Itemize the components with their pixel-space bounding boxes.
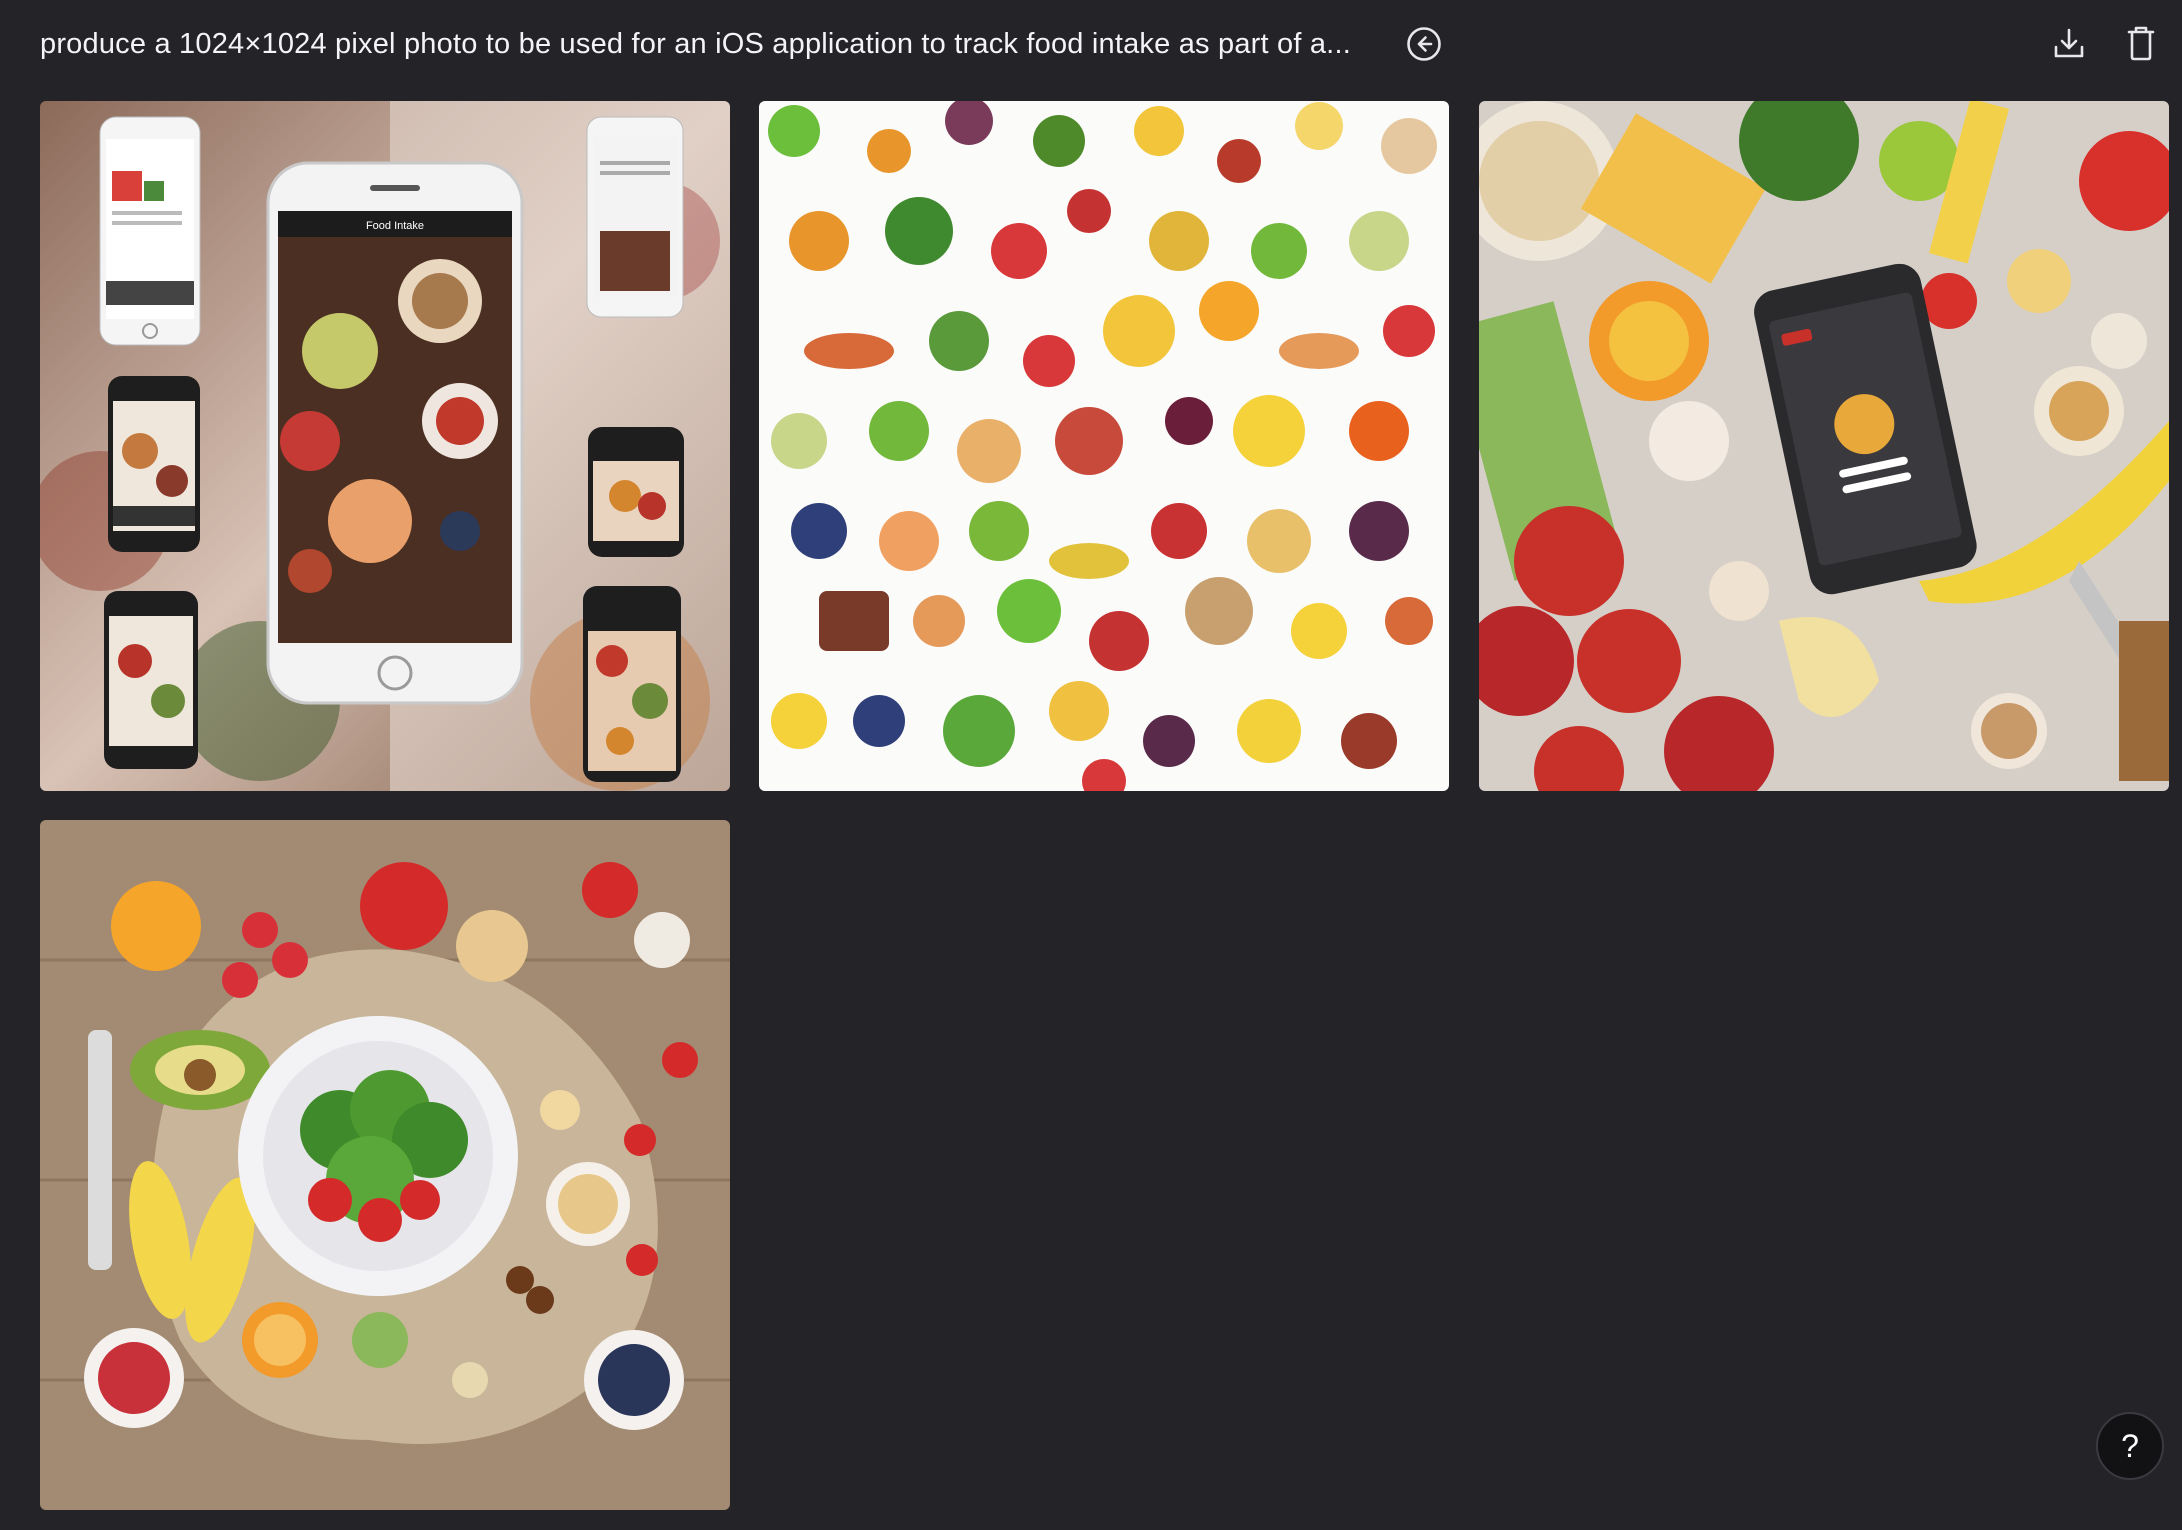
- image-plate-fruits-table: [40, 820, 730, 1510]
- generated-image-2[interactable]: [759, 101, 1449, 791]
- phone-screen-title: Food Intake: [366, 220, 424, 232]
- back-button[interactable]: [1404, 24, 1444, 64]
- download-button[interactable]: [2048, 22, 2090, 64]
- image-phone-food-flatlay: [1479, 101, 2169, 791]
- delete-button[interactable]: [2120, 22, 2162, 64]
- download-icon: [2054, 28, 2084, 58]
- image-fruits-vegetables-pattern: [759, 101, 1449, 791]
- generated-image-4[interactable]: [40, 820, 730, 1510]
- generated-image-3[interactable]: [1479, 101, 2169, 791]
- trash-icon: [2127, 26, 2155, 61]
- image-phones-food-collage: Food Intake: [40, 101, 730, 791]
- arrow-left-circle-icon: [1407, 27, 1441, 61]
- prompt-title: produce a 1024×1024 pixel photo to be us…: [40, 28, 1351, 60]
- header-bar: produce a 1024×1024 pixel photo to be us…: [0, 0, 2182, 90]
- help-button[interactable]: ?: [2096, 1412, 2164, 1480]
- generated-image-1[interactable]: Food Intake: [40, 101, 730, 791]
